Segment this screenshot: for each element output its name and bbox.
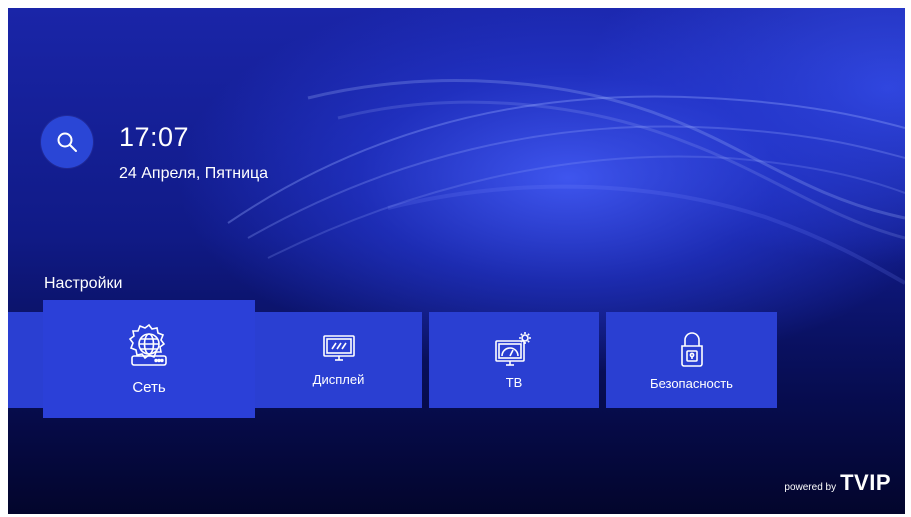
brand-prefix: powered by [784,482,837,493]
background-waves [227,79,905,285]
network-tile-extension [8,312,43,408]
tv-settings-icon [495,331,531,366]
tv-settings-screen: 17:07 24 Апреля, Пятница Настройки Сеть [8,8,905,514]
clock-date: 24 Апреля, Пятница [119,165,269,182]
tile-tv[interactable]: ТВ [429,312,599,408]
brand-logo: powered by TVIP [784,470,891,496]
clock-time: 17:07 [119,122,190,152]
tile-display-label: Дисплей [312,371,365,387]
tile-tv-label: ТВ [505,374,523,390]
brand-name: TVIP [840,470,891,495]
tile-network-label: Сеть [132,378,166,396]
tile-network[interactable]: Сеть [43,300,255,418]
section-title: Настройки [44,275,123,292]
tile-display[interactable]: Дисплей [255,312,422,408]
lock-icon [680,331,703,367]
search-icon [57,132,77,152]
network-settings-icon [128,323,167,366]
tile-security[interactable]: Безопасность [606,312,777,408]
tile-security-label: Безопасность [650,375,733,391]
display-icon [322,334,355,361]
search-button[interactable] [41,116,93,168]
